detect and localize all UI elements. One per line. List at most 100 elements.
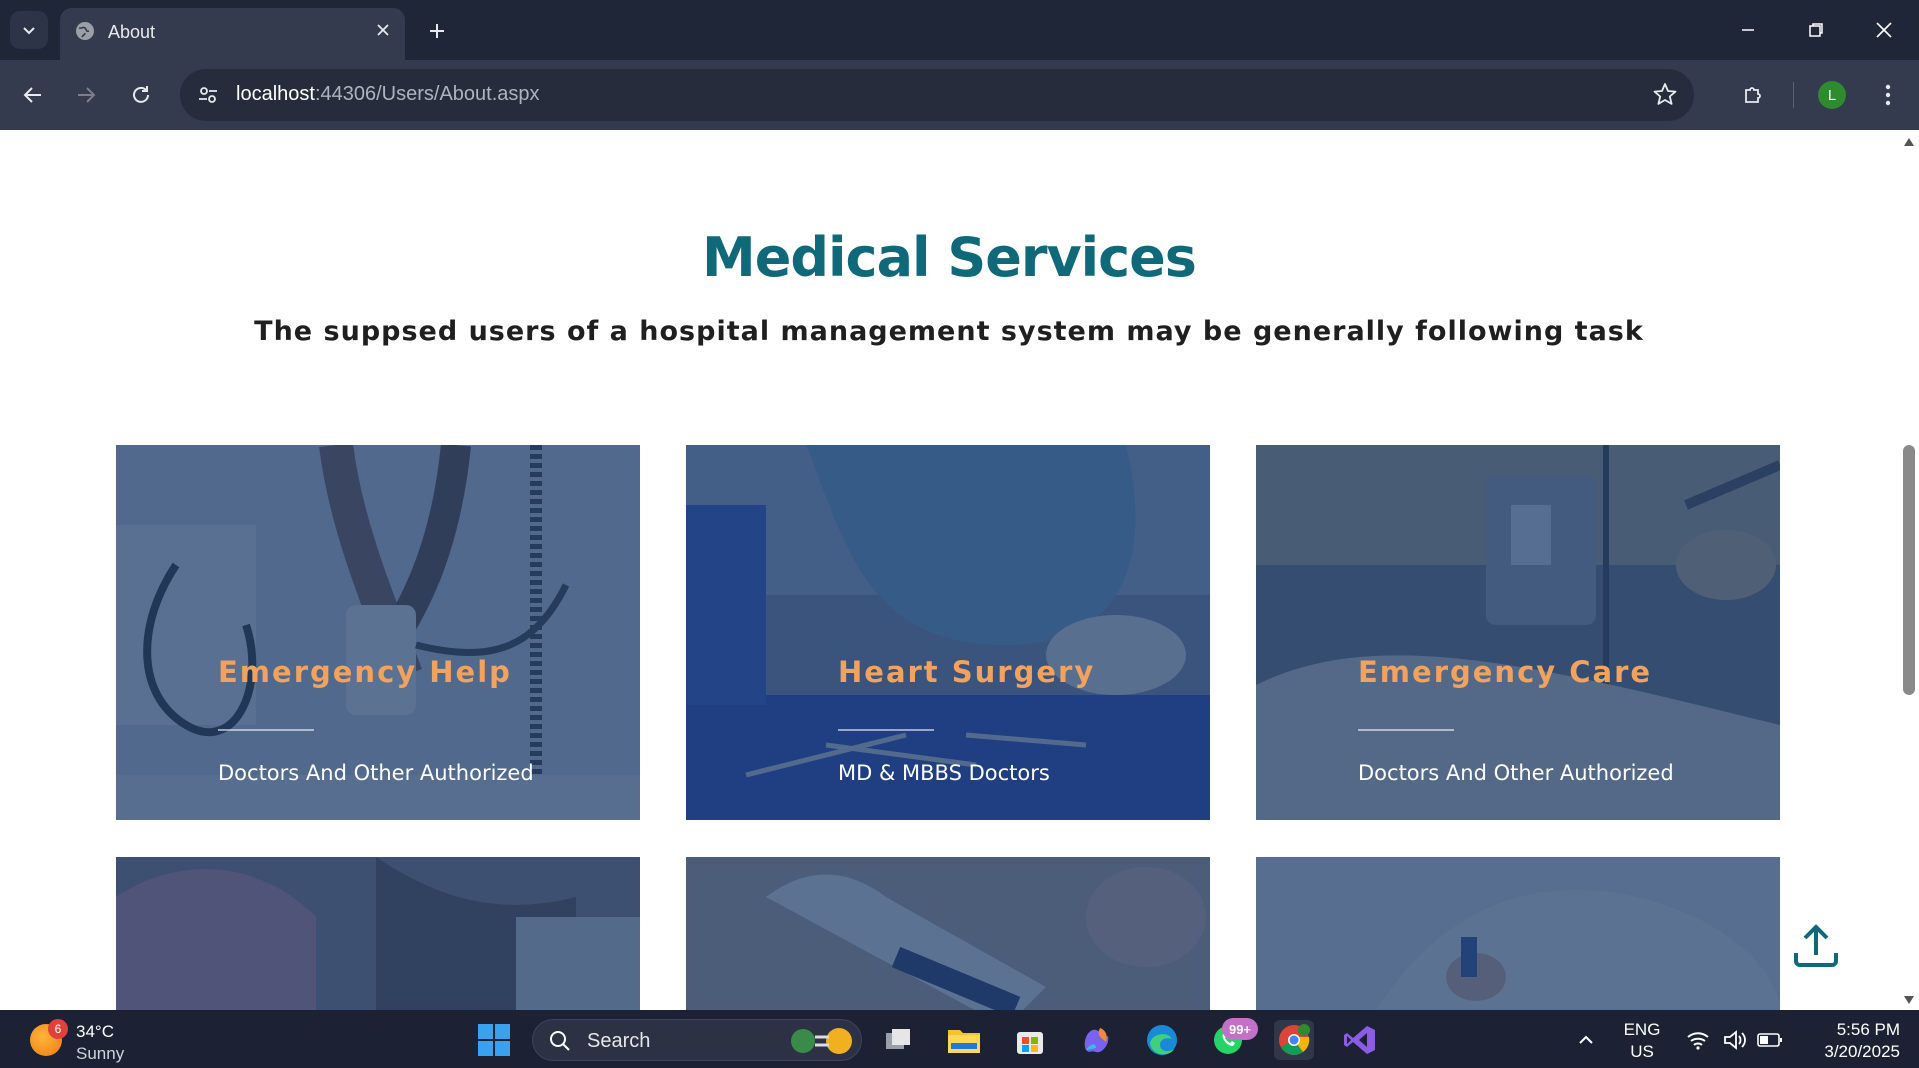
- card-title: Heart Surgery: [838, 655, 1096, 689]
- chevron-down-icon: [23, 27, 35, 35]
- start-button[interactable]: [474, 1020, 514, 1060]
- tab-title: About: [108, 22, 156, 42]
- language-code[interactable]: ENG: [1620, 1020, 1664, 1040]
- taskbar-search-label: Search: [587, 1030, 651, 1052]
- extensions-button[interactable]: [1734, 75, 1774, 115]
- speaker-icon: [1724, 1030, 1746, 1050]
- minimize-button[interactable]: [1714, 0, 1782, 60]
- search-highlight-icon: [791, 1028, 852, 1054]
- weather-temperature[interactable]: 34°C: [76, 1022, 114, 1042]
- folder-icon: [948, 1030, 980, 1053]
- url-path: :44306/Users/About.aspx: [314, 83, 540, 105]
- wifi-icon: [1687, 1032, 1709, 1050]
- edge-button[interactable]: [1142, 1020, 1182, 1060]
- toolbar-divider: [1793, 82, 1794, 108]
- page-viewport: Medical Services The suppsed users of a …: [0, 130, 1919, 1010]
- tune-icon: [199, 87, 217, 103]
- card-title: Emergency Care: [1358, 655, 1653, 689]
- chevron-up-icon: [1579, 1035, 1593, 1044]
- page-subtitle: The suppsed users of a hospital manageme…: [254, 316, 1644, 347]
- scroll-up-button[interactable]: [1903, 136, 1915, 148]
- wifi-button[interactable]: [1678, 1020, 1718, 1060]
- tab-search-button[interactable]: [10, 11, 48, 49]
- battery-button[interactable]: [1750, 1020, 1790, 1060]
- back-to-top-button[interactable]: [1790, 920, 1842, 972]
- weather-description[interactable]: Sunny: [76, 1044, 124, 1064]
- language-region[interactable]: US: [1620, 1042, 1664, 1062]
- menu-button[interactable]: [1868, 75, 1908, 115]
- bookmark-star-icon[interactable]: [1652, 81, 1678, 107]
- clock-time[interactable]: 5:56 PM: [1800, 1020, 1900, 1040]
- tab-close-button[interactable]: [371, 18, 395, 42]
- store-icon: [1017, 1032, 1043, 1054]
- service-card-row2-2[interactable]: [686, 857, 1210, 1010]
- close-icon: [1876, 22, 1892, 38]
- page-title: Medical Services: [702, 226, 1197, 289]
- scroll-thumb[interactable]: [1903, 445, 1915, 695]
- scroll-down-button[interactable]: [1903, 994, 1915, 1006]
- restore-icon: [1809, 23, 1823, 37]
- service-card-heart-surgery[interactable]: Heart Surgery MD & MBBS Doctors: [686, 445, 1210, 820]
- chrome-button[interactable]: [1274, 1020, 1314, 1060]
- volume-button[interactable]: [1715, 1020, 1755, 1060]
- battery-icon: [1757, 1033, 1782, 1047]
- card-subtitle: MD & MBBS Doctors: [838, 761, 1050, 785]
- task-view-icon: [886, 1029, 910, 1049]
- card-overlay: [1256, 857, 1780, 1010]
- copilot-button[interactable]: [1076, 1020, 1116, 1060]
- triangle-up-icon: [1904, 138, 1914, 146]
- browser-toolbar: localhost:44306/Users/About.aspx L: [0, 60, 1919, 130]
- url-text: localhost:44306/Users/About.aspx: [236, 83, 540, 106]
- card-subtitle: Doctors And Other Authorized: [1358, 761, 1674, 785]
- clock-date[interactable]: 3/20/2025: [1800, 1042, 1900, 1062]
- card-divider: [838, 729, 934, 731]
- taskbar-search-box[interactable]: Search: [532, 1019, 862, 1061]
- arrow-right-icon: [78, 87, 96, 103]
- file-explorer-button[interactable]: [944, 1020, 984, 1060]
- new-tab-button[interactable]: [420, 14, 454, 48]
- card-subtitle: Doctors And Other Authorized: [218, 761, 534, 785]
- edge-icon: [1147, 1025, 1177, 1055]
- reload-icon: [133, 86, 149, 103]
- service-card-row2-1[interactable]: [116, 857, 640, 1010]
- search-icon: [550, 1031, 570, 1051]
- close-window-button[interactable]: [1850, 0, 1918, 60]
- service-card-emergency-care[interactable]: Emergency Care Doctors And Other Authori…: [1256, 445, 1780, 820]
- profile-button[interactable]: L: [1812, 75, 1852, 115]
- chrome-icon: [1279, 1024, 1310, 1055]
- browser-tab-bar: About: [0, 0, 1919, 60]
- copilot-icon: [1084, 1028, 1109, 1053]
- card-overlay: [686, 857, 1210, 1010]
- back-button[interactable]: [13, 75, 53, 115]
- card-divider: [218, 729, 314, 731]
- puzzle-icon: [1745, 87, 1761, 103]
- whatsapp-unread-badge: 99+: [1222, 1018, 1258, 1040]
- avatar: L: [1818, 81, 1846, 109]
- service-card-row2-3[interactable]: [1256, 857, 1780, 1010]
- card-title: Emergency Help: [218, 655, 512, 689]
- card-overlay: [116, 857, 640, 1010]
- windows-logo-icon: [478, 1024, 510, 1056]
- taskbar: 6 34°C Sunny Search 99+ ENG US 5:56 PM 3…: [0, 1010, 1919, 1068]
- address-bar[interactable]: localhost:44306/Users/About.aspx: [180, 69, 1694, 121]
- visual-studio-icon: [1344, 1026, 1375, 1054]
- page-scrollbar[interactable]: [1898, 130, 1919, 1010]
- microsoft-store-button[interactable]: [1010, 1020, 1050, 1060]
- weather-badge: 6: [48, 1019, 68, 1039]
- visual-studio-button[interactable]: [1340, 1020, 1380, 1060]
- upload-icon: [1794, 924, 1838, 967]
- arrow-left-icon: [23, 87, 41, 103]
- browser-tab-active[interactable]: About: [60, 8, 405, 60]
- url-host: localhost: [236, 83, 315, 105]
- show-hidden-icons-button[interactable]: [1566, 1020, 1606, 1060]
- more-vertical-icon: [1885, 84, 1891, 106]
- site-info-button[interactable]: [194, 81, 222, 109]
- restore-button[interactable]: [1782, 0, 1850, 60]
- forward-button[interactable]: [66, 75, 106, 115]
- minimize-icon: [1742, 29, 1754, 31]
- task-view-button[interactable]: [878, 1020, 918, 1060]
- reload-button[interactable]: [121, 75, 161, 115]
- plus-icon: [430, 24, 444, 38]
- service-card-emergency-help[interactable]: Emergency Help Doctors And Other Authori…: [116, 445, 640, 820]
- triangle-down-icon: [1904, 996, 1914, 1004]
